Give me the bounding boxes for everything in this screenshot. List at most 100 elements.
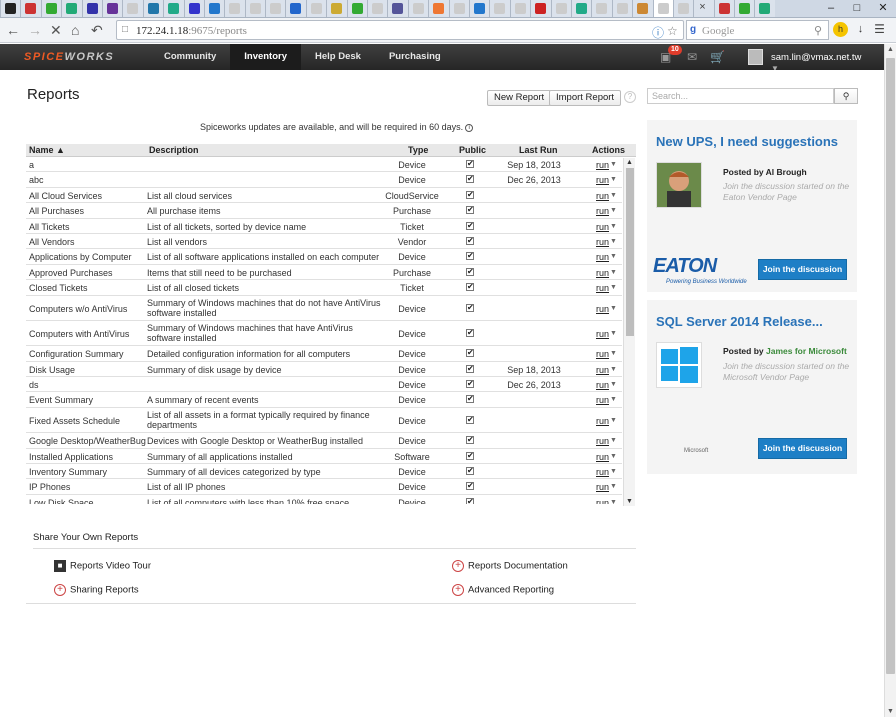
chevron-down-icon[interactable]: ▼	[610, 207, 617, 214]
card-title[interactable]: SQL Server 2014 Release...	[656, 314, 823, 329]
report-name[interactable]: Inventory Summary	[29, 467, 147, 477]
run-link[interactable]: run	[596, 395, 609, 405]
browser-tab[interactable]	[448, 0, 469, 17]
run-link[interactable]: run	[596, 206, 609, 216]
chevron-down-icon[interactable]: ▼	[610, 437, 617, 444]
col-name-header[interactable]: Name ▲	[29, 145, 65, 155]
browser-tab[interactable]	[713, 0, 735, 17]
stop-icon[interactable]: ✕	[50, 21, 62, 39]
nav-help-desk[interactable]: Help Desk	[301, 44, 375, 70]
browser-tab[interactable]	[428, 0, 449, 17]
col-description-header[interactable]: Description	[149, 145, 199, 155]
table-row[interactable]: ds Device ✔ Dec 26, 2013 run ▼	[26, 377, 622, 393]
table-row[interactable]: All Tickets List of all tickets, sorted b…	[26, 219, 622, 234]
search-input[interactable]: Search...	[647, 88, 834, 104]
report-name[interactable]: Fixed Assets Schedule	[29, 416, 147, 426]
table-scrollbar[interactable]: ▲ ▼	[623, 158, 635, 506]
eaton-logo[interactable]: EATON	[653, 255, 717, 278]
table-row[interactable]: Fixed Assets Schedule List of all assets …	[26, 408, 622, 434]
browser-tab[interactable]	[244, 0, 266, 17]
table-scroll-thumb[interactable]	[626, 168, 634, 336]
help-icon[interactable]: ?	[624, 91, 636, 103]
mail-icon[interactable]: ✉	[687, 50, 697, 64]
reports-video-tour-link[interactable]: ■ Reports Video Tour	[54, 560, 151, 572]
browser-tab[interactable]	[591, 0, 612, 17]
chevron-down-icon[interactable]: ▼	[610, 284, 617, 291]
browser-tab[interactable]	[265, 0, 286, 17]
close-tab-icon[interactable]: ×	[699, 1, 705, 13]
browser-tab[interactable]	[122, 0, 143, 17]
report-name[interactable]: Computers with AntiVirus	[29, 329, 147, 339]
table-row[interactable]: Installed Applications Summary of all app…	[26, 449, 622, 465]
chevron-down-icon[interactable]: ▼	[610, 330, 617, 337]
info-icon[interactable]: i	[465, 123, 474, 132]
table-row[interactable]: Configuration Summary Detailed configurat…	[26, 346, 622, 362]
run-link[interactable]: run	[596, 498, 609, 504]
chevron-down-icon[interactable]: ▼	[610, 238, 617, 245]
browser-tab[interactable]: ×	[693, 0, 714, 17]
author-link[interactable]: James for Microsoft	[766, 346, 847, 356]
report-name[interactable]: All Purchases	[29, 206, 147, 216]
chevron-down-icon[interactable]: ▼	[610, 366, 617, 373]
run-link[interactable]: run	[596, 380, 609, 390]
run-link[interactable]: run	[596, 175, 609, 185]
report-name[interactable]: ds	[29, 380, 147, 390]
run-link[interactable]: run	[596, 365, 609, 375]
chevron-down-icon[interactable]: ▼	[610, 350, 617, 357]
browser-tab[interactable]	[61, 0, 82, 17]
run-link[interactable]: run	[596, 252, 609, 262]
new-report-button[interactable]: New Report	[487, 90, 552, 106]
report-name[interactable]: Approved Purchases	[29, 268, 147, 278]
chevron-down-icon[interactable]: ▼	[610, 176, 617, 183]
table-row[interactable]: Event Summary A summary of recent events D…	[26, 392, 622, 408]
avatar[interactable]	[748, 49, 763, 65]
browser-tab[interactable]	[387, 0, 408, 17]
report-name[interactable]: abc	[29, 175, 147, 185]
back-icon[interactable]: ←	[6, 21, 20, 39]
chevron-down-icon[interactable]: ▼	[610, 253, 617, 260]
browser-tab[interactable]	[305, 0, 327, 17]
scroll-down-icon[interactable]: ▼	[887, 708, 894, 715]
magnifier-icon[interactable]: ⚲	[814, 24, 822, 37]
maximize-button[interactable]: □	[844, 0, 870, 18]
browser-tab[interactable]	[0, 0, 21, 17]
browser-tab[interactable]	[407, 0, 429, 17]
page-scrollbar[interactable]: ▲ ▼	[884, 44, 896, 717]
browser-tab[interactable]	[203, 0, 225, 17]
report-name[interactable]: Disk Usage	[29, 365, 147, 375]
report-name[interactable]: Installed Applications	[29, 452, 147, 462]
browser-search-field[interactable]: g Google ⚲	[686, 20, 829, 40]
star-icon[interactable]: ☆	[667, 24, 678, 38]
import-report-button[interactable]: Import Report	[549, 90, 622, 106]
home-icon[interactable]: ⌂	[71, 21, 79, 39]
join-discussion-button[interactable]: Join the discussion	[758, 259, 847, 280]
run-link[interactable]: run	[596, 237, 609, 247]
browser-tab[interactable]	[754, 0, 775, 17]
report-name[interactable]: Low Disk Space	[29, 498, 147, 504]
browser-tab[interactable]	[81, 0, 102, 17]
chevron-down-icon[interactable]: ▼	[610, 396, 617, 403]
chevron-down-icon[interactable]: ▼	[610, 161, 617, 168]
table-row[interactable]: Inventory Summary Summary of all devices …	[26, 464, 622, 480]
author-photo[interactable]	[656, 162, 702, 208]
card-title[interactable]: New UPS, I need suggestions	[656, 134, 838, 149]
run-link[interactable]: run	[596, 467, 609, 477]
table-row[interactable]: Computers w/o AntiVirus Summary of Window…	[26, 296, 622, 321]
chevron-down-icon[interactable]: ▼	[610, 223, 617, 230]
chevron-down-icon[interactable]: ▼	[610, 453, 617, 460]
report-name[interactable]: All Cloud Services	[29, 191, 147, 201]
browser-tab[interactable]	[734, 0, 755, 17]
table-row[interactable]: Applications by Computer List of all soft…	[26, 249, 622, 265]
table-row[interactable]: Computers with AntiVirus Summary of Windo…	[26, 321, 622, 347]
run-link[interactable]: run	[596, 268, 609, 278]
join-discussion-button[interactable]: Join the discussion	[758, 438, 847, 459]
url-field[interactable]: □ 172.24.1.18:9675/reports ⓘ ☆	[116, 20, 684, 40]
download-icon[interactable]: ↓	[853, 22, 868, 37]
nav-purchasing[interactable]: Purchasing	[375, 44, 455, 70]
browser-tab[interactable]	[672, 0, 694, 17]
browser-tab[interactable]	[183, 0, 204, 17]
col-last-run-header[interactable]: Last Run	[519, 145, 558, 155]
chevron-down-icon[interactable]: ▼	[610, 468, 617, 475]
chevron-down-icon[interactable]: ▼	[610, 417, 617, 424]
forward-icon[interactable]: →	[28, 21, 42, 39]
